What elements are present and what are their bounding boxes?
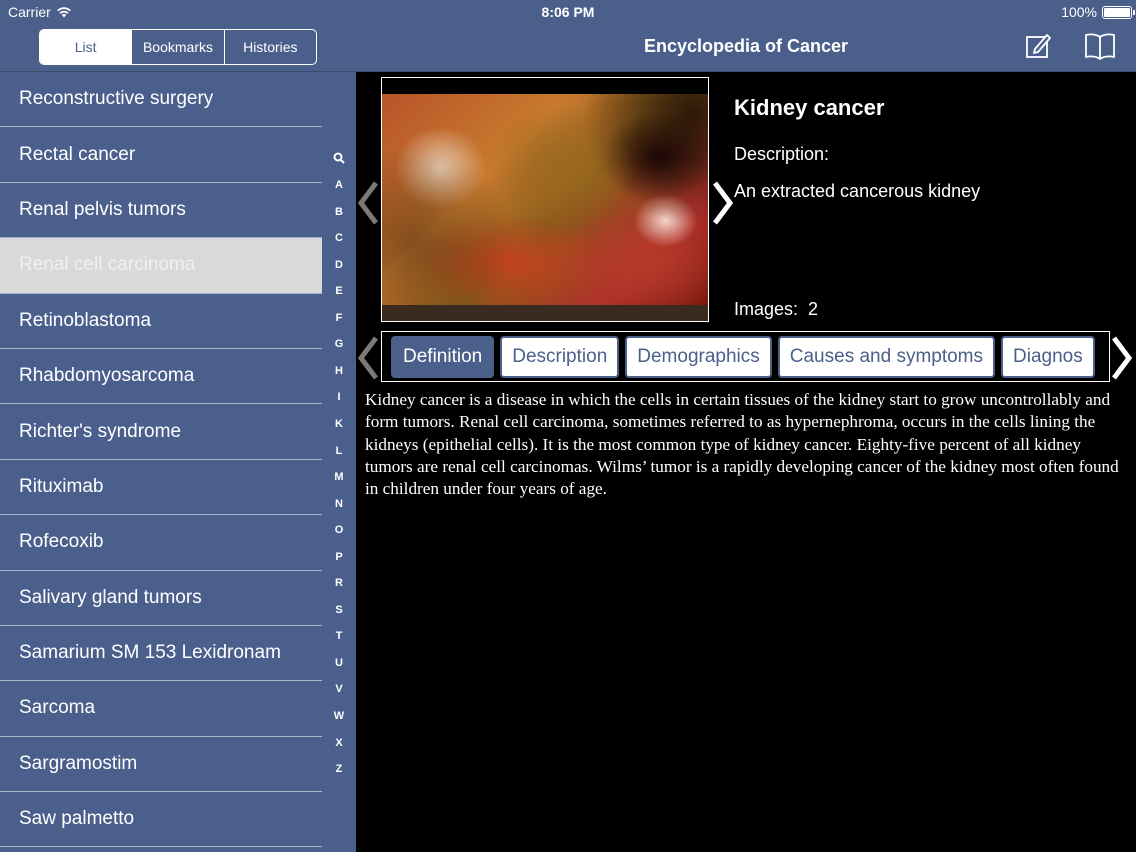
index-letter[interactable]: A xyxy=(322,179,356,191)
kidney-photo xyxy=(382,94,708,305)
segment-histories[interactable]: Histories xyxy=(225,30,316,64)
index-letter[interactable]: C xyxy=(322,232,356,244)
tab-causes-and-symptoms[interactable]: Causes and symptoms xyxy=(777,336,996,378)
tab-demographics[interactable]: Demographics xyxy=(625,336,772,378)
entry-list: Reconstructive surgery Rectal cancer Renal… xyxy=(0,72,322,848)
list-item[interactable]: Sarcoma xyxy=(0,681,322,737)
index-letter[interactable]: D xyxy=(322,259,356,271)
list-item[interactable]: Renal cell carcinoma xyxy=(0,238,322,294)
index-letter[interactable]: O xyxy=(322,524,356,536)
index-letter[interactable]: X xyxy=(322,737,356,749)
list-item[interactable]: Salivary gland tumors xyxy=(0,570,322,626)
main-content: Encyclopedia of Cancer Kidney cancer Des… xyxy=(356,0,1136,852)
list-item[interactable]: Retinoblastoma xyxy=(0,293,322,349)
index-letter[interactable]: L xyxy=(322,445,356,457)
list-item[interactable]: Saw palmetto xyxy=(0,792,322,848)
tabs-next-arrow-icon[interactable] xyxy=(1110,336,1134,380)
article-text: Kidney cancer is a disease in which the … xyxy=(365,390,1119,499)
entry-title: Kidney cancer xyxy=(734,95,885,120)
images-count-row: Images: 2 xyxy=(734,299,818,320)
battery-level xyxy=(1104,7,1130,17)
list-item[interactable]: Richter's syndrome xyxy=(0,404,322,460)
tab-diagnos[interactable]: Diagnos xyxy=(1001,336,1095,378)
index-letter[interactable]: H xyxy=(322,365,356,377)
image-prev-arrow-icon[interactable] xyxy=(356,181,380,225)
index-search-icon[interactable] xyxy=(333,152,345,164)
tab-definition[interactable]: Definition xyxy=(391,336,495,378)
index-letter[interactable]: B xyxy=(322,206,356,218)
index-letter[interactable]: S xyxy=(322,604,356,616)
image-next-arrow-icon[interactable] xyxy=(711,181,735,225)
tab-description[interactable]: Description xyxy=(500,336,620,378)
index-letter[interactable]: Z xyxy=(322,763,356,775)
index-letter[interactable]: V xyxy=(322,683,356,695)
index-letter[interactable]: E xyxy=(322,285,356,297)
list-item[interactable]: Reconstructive surgery xyxy=(0,72,322,128)
index-letter[interactable]: M xyxy=(322,471,356,483)
status-time: 8:06 PM xyxy=(541,4,595,20)
images-label: Images: xyxy=(734,299,799,319)
segment-bookmarks[interactable]: Bookmarks xyxy=(132,30,225,64)
list-item[interactable]: Rituximab xyxy=(0,459,322,516)
status-bar: Carrier 8:06 PM 100% xyxy=(0,0,1136,24)
book-icon[interactable] xyxy=(1084,32,1116,60)
page-title: Encyclopedia of Cancer xyxy=(643,36,849,56)
list-item[interactable]: Rhabdomyosarcoma xyxy=(0,348,322,405)
index-letter[interactable]: N xyxy=(322,498,356,510)
list-item[interactable]: Samarium SM 153 Lexidronam xyxy=(0,625,322,682)
index-letter[interactable]: I xyxy=(322,391,356,403)
view-segmented-control: List Bookmarks Histories xyxy=(39,29,317,65)
list-item[interactable]: Sargramostim xyxy=(0,736,322,793)
index-letter[interactable]: K xyxy=(322,418,356,430)
index-letter[interactable]: F xyxy=(322,312,356,324)
index-letter[interactable]: T xyxy=(322,630,356,642)
index-letter[interactable]: W xyxy=(322,710,356,722)
compose-icon[interactable] xyxy=(1024,32,1052,60)
index-letter[interactable]: G xyxy=(322,338,356,350)
index-letter[interactable]: U xyxy=(322,657,356,669)
tabs-prev-arrow-icon[interactable] xyxy=(356,336,380,380)
battery-percent: 100% xyxy=(1061,4,1097,20)
description-value: An extracted cancerous kidney xyxy=(734,181,981,201)
list-item[interactable]: Rectal cancer xyxy=(0,127,322,183)
entry-image-frame[interactable] xyxy=(381,77,709,322)
battery-icon xyxy=(1102,5,1135,19)
description-label: Description: xyxy=(734,144,830,164)
sidebar: List Bookmarks Histories Reconstructive su… xyxy=(0,0,356,852)
list-item[interactable]: Rofecoxib xyxy=(0,515,322,571)
list-item[interactable]: Renal pelvis tumors xyxy=(0,182,322,239)
images-count: 2 xyxy=(808,299,819,319)
section-tab-bar: Definition Description Demographics Causes … xyxy=(381,331,1110,382)
battery-info: 100% xyxy=(1061,4,1135,20)
photo-shadow xyxy=(382,305,708,321)
segment-list[interactable]: List xyxy=(40,30,133,64)
section-tabs: Definition Description Demographics Causes … xyxy=(391,336,1095,378)
index-letter[interactable]: R xyxy=(322,577,356,589)
index-letter[interactable]: P xyxy=(322,551,356,563)
alphabet-index[interactable]: A B C D E F G H I K L M N O P R S T U V W X Z xyxy=(322,143,356,783)
